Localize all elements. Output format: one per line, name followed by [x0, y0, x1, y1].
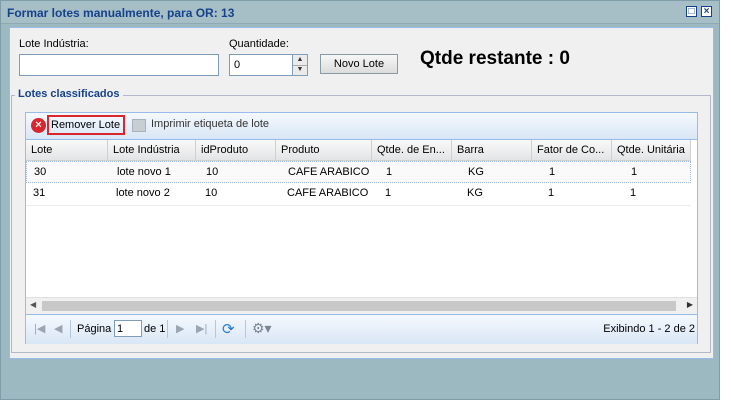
quantidade-input[interactable]: [229, 54, 293, 76]
cell-lote-industria: lote novo 2: [116, 187, 170, 199]
lote-industria-input[interactable]: [19, 54, 219, 76]
title-bar[interactable]: Formar lotes manualmente, para OR: 13 □ …: [1, 1, 719, 24]
page-count-label: de 1: [144, 323, 166, 335]
prev-page-icon[interactable]: ◀: [54, 322, 62, 335]
pager-separator: [215, 320, 216, 338]
cell-id-produto: 10: [206, 166, 219, 178]
next-page-icon[interactable]: ▶: [176, 322, 184, 335]
paging-toolbar: |◀ ◀ Página de 1 ▶ ▶| ⟳ ⚙▾ Exibindo 1 - …: [26, 314, 697, 344]
cell-barra: KG: [468, 166, 484, 178]
page-label: Página: [77, 323, 112, 335]
cell-fator-conversao: 1: [549, 166, 556, 178]
refresh-icon[interactable]: ⟳: [222, 320, 235, 338]
remove-lote-label: Remover Lote: [51, 119, 121, 131]
section-legend: Lotes classificados: [15, 88, 123, 100]
page-number-input[interactable]: [114, 320, 142, 337]
column-header[interactable]: Lote: [26, 140, 108, 160]
scroll-right-icon[interactable]: ▶: [687, 300, 693, 309]
cell-barra: KG: [467, 187, 483, 199]
first-page-icon[interactable]: |◀: [34, 322, 45, 335]
cell-qtde-unitaria: 1: [630, 187, 637, 199]
column-header[interactable]: Produto: [276, 140, 372, 160]
horizontal-scrollbar[interactable]: ◀ ▶: [26, 297, 697, 314]
quantidade-label: Quantidade:: [229, 38, 289, 50]
cell-produto: CAFE ARABICO: [288, 166, 370, 178]
column-header[interactable]: Lote Indústria: [108, 140, 196, 160]
cell-id-produto: 10: [205, 187, 218, 199]
scrollbar-thumb[interactable]: [42, 301, 676, 311]
table-row[interactable]: 31 lote novo 2 10 CAFE ARABICO 1 KG 1 1: [26, 183, 691, 206]
cell-fator-conversao: 1: [548, 187, 555, 199]
scroll-left-icon[interactable]: ◀: [30, 300, 36, 309]
cell-lote: 30: [34, 166, 47, 178]
lotes-grid: × Remover Lote Imprimir etiqueta de lote…: [25, 112, 698, 344]
pager-separator: [70, 320, 71, 338]
remove-lote-button[interactable]: Remover Lote: [47, 115, 125, 135]
close-icon[interactable]: ×: [701, 6, 712, 17]
quantidade-stepper[interactable]: ▲ ▼: [292, 54, 308, 76]
window-title: Formar lotes manualmente, para OR: 13: [7, 6, 235, 20]
print-label-button[interactable]: Imprimir etiqueta de lote: [151, 118, 269, 130]
spin-down-icon[interactable]: ▼: [293, 65, 307, 75]
grid-header-row: Lote Lote Indústria idProduto Produto Qt…: [26, 140, 691, 161]
table-row[interactable]: 30 lote novo 1 10 CAFE ARABICO 1 KG 1 1: [26, 161, 691, 183]
print-icon: [132, 119, 146, 132]
novo-lote-button[interactable]: Novo Lote: [320, 54, 398, 74]
column-header[interactable]: Qtde. de En...: [372, 140, 452, 160]
column-header[interactable]: Fator de Co...: [532, 140, 612, 160]
cell-produto: CAFE ARABICO: [287, 187, 369, 199]
grid-toolbar: × Remover Lote Imprimir etiqueta de lote: [26, 113, 697, 140]
column-header[interactable]: idProduto: [196, 140, 276, 160]
cell-qtde-embalagem: 1: [385, 187, 392, 199]
paging-status: Exibindo 1 - 2 de 2: [603, 323, 695, 335]
dialog-window: Formar lotes manualmente, para OR: 13 □ …: [0, 0, 720, 400]
last-page-icon[interactable]: ▶|: [196, 322, 207, 335]
pager-separator: [167, 320, 168, 338]
cell-qtde-embalagem: 1: [386, 166, 393, 178]
remove-icon: ×: [31, 118, 46, 133]
column-header[interactable]: Qtde. Unitária: [612, 140, 691, 160]
cell-lote: 31: [33, 187, 46, 199]
cell-qtde-unitaria: 1: [631, 166, 638, 178]
settings-icon[interactable]: ⚙▾: [252, 320, 272, 337]
column-header[interactable]: Barra: [452, 140, 532, 160]
cell-lote-industria: lote novo 1: [117, 166, 171, 178]
pager-separator: [245, 320, 246, 338]
qtde-restante: Qtde restante : 0: [420, 48, 570, 69]
maximize-icon[interactable]: □: [686, 6, 697, 17]
lote-industria-label: Lote Indústria:: [19, 38, 89, 50]
